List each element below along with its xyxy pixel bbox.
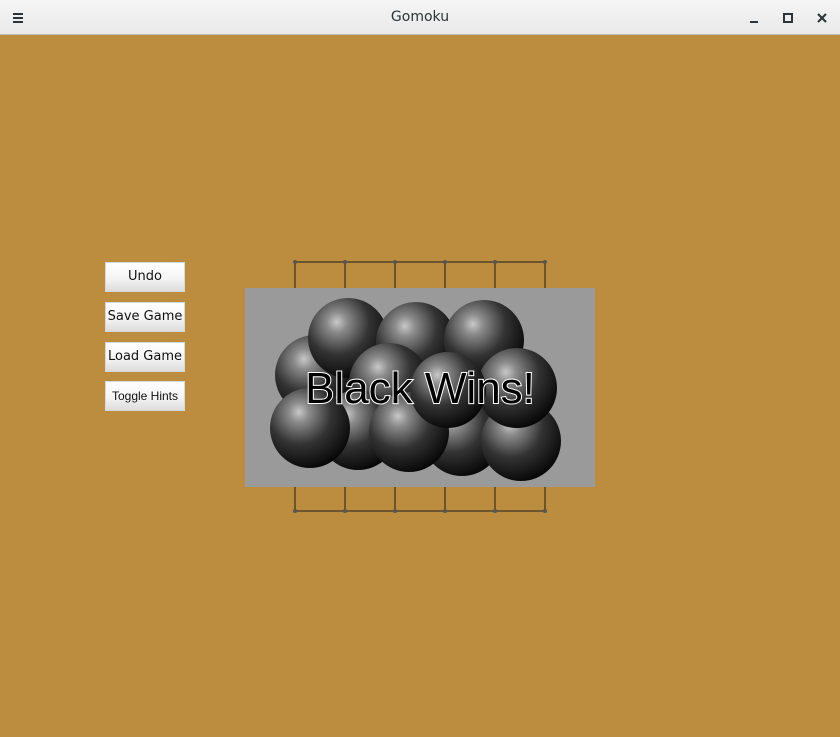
board-grid-top — [294, 261, 546, 290]
board-grid-bottom — [294, 484, 546, 512]
game-result-text: Black Wins! — [305, 364, 535, 413]
game-board[interactable]: Black Wins! — [0, 0, 840, 737]
game-window: Gomoku Undo Save Game Load Game Toggle H… — [0, 0, 840, 737]
